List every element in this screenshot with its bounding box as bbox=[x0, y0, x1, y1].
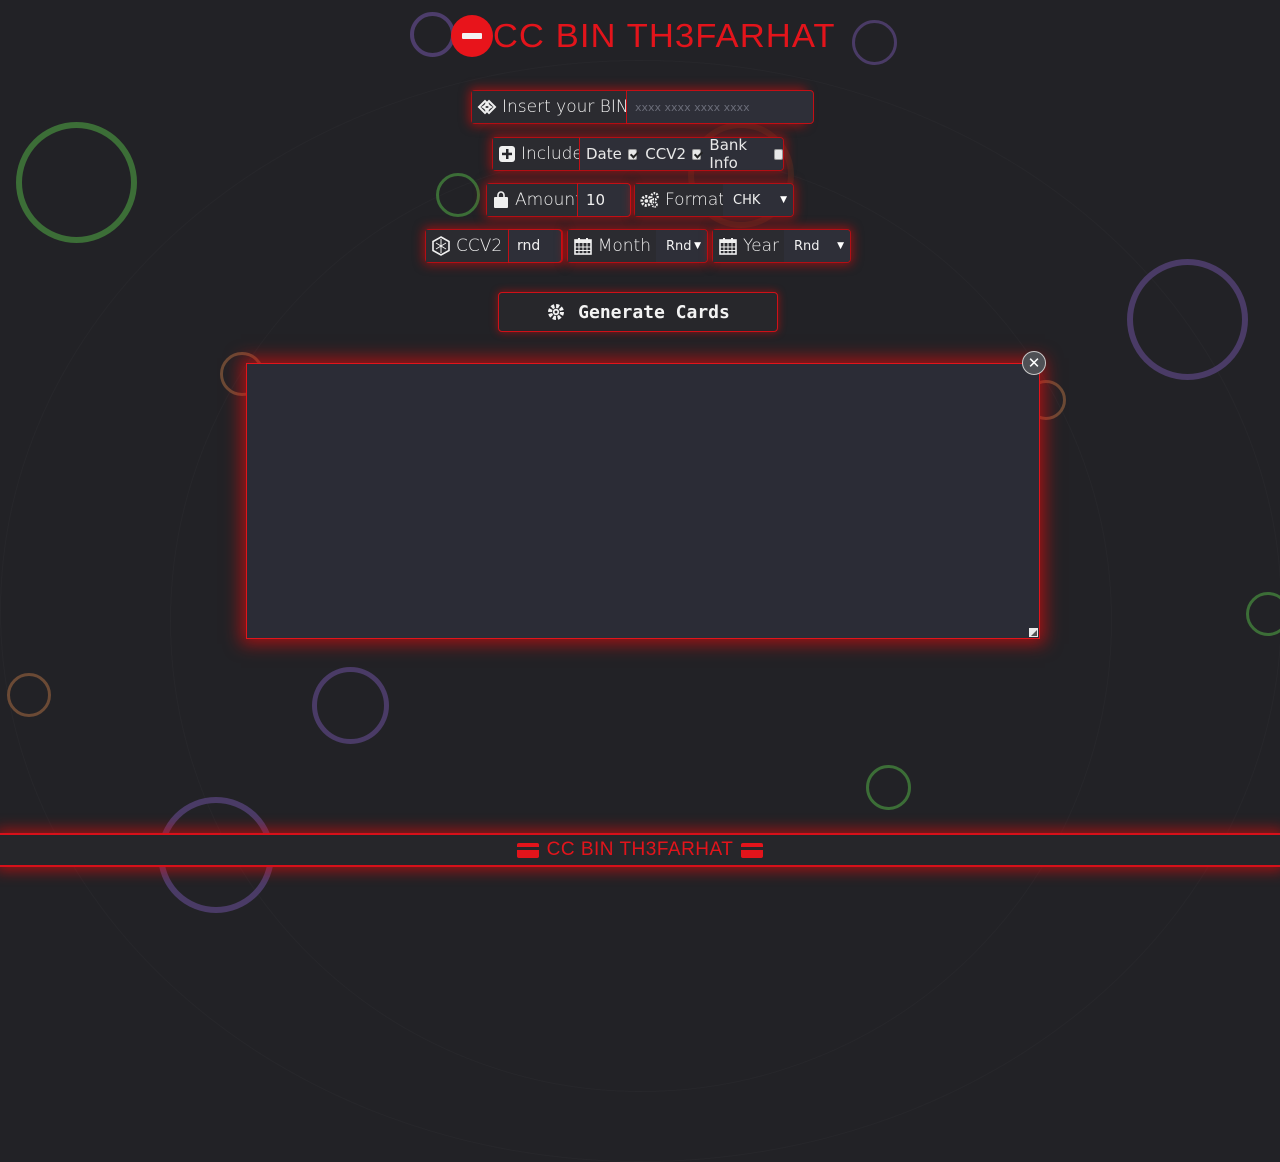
format-group: Format CHK ▼ bbox=[634, 183, 794, 217]
bg-circle-purple bbox=[312, 667, 389, 744]
year-label: Year bbox=[743, 236, 779, 256]
calendar-icon bbox=[573, 236, 593, 256]
month-group: Month Rnd ▼ bbox=[567, 229, 708, 263]
credit-card-icon bbox=[516, 842, 539, 858]
ccv-addon: CCV2 bbox=[426, 230, 508, 262]
amount-label: Amount bbox=[515, 190, 582, 210]
shopping-bag-icon bbox=[492, 190, 510, 210]
credit-card-icon bbox=[741, 842, 764, 858]
dropdown-caret-icon: ▼ bbox=[780, 195, 787, 205]
ccv-group: CCV2 bbox=[425, 229, 563, 263]
month-select[interactable]: Rnd ▼ bbox=[656, 230, 707, 262]
dropdown-caret-icon: ▼ bbox=[694, 241, 701, 251]
ccv-input[interactable] bbox=[508, 229, 562, 263]
include-date-checkbox[interactable] bbox=[627, 148, 638, 160]
diamond-link-icon bbox=[477, 97, 497, 117]
amount-addon: Amount bbox=[487, 184, 582, 216]
month-addon: Month bbox=[568, 230, 656, 262]
cards-output-textarea[interactable] bbox=[246, 363, 1040, 639]
bg-circle-green bbox=[436, 173, 480, 217]
plus-square-icon bbox=[498, 144, 516, 164]
include-bank-checkbox[interactable] bbox=[773, 148, 783, 160]
gear-icon bbox=[546, 302, 566, 322]
year-selected: Rnd bbox=[794, 238, 820, 254]
resize-handle[interactable] bbox=[1029, 628, 1038, 637]
clear-output-button[interactable]: ✕ bbox=[1022, 351, 1046, 375]
month-selected: Rnd bbox=[666, 238, 692, 254]
dropdown-caret-icon: ▼ bbox=[837, 241, 844, 251]
include-ccv2-checkbox[interactable] bbox=[692, 148, 702, 160]
bin-input[interactable] bbox=[626, 90, 814, 124]
ccv-label: CCV2 bbox=[456, 236, 503, 256]
footer-text: CC BIN TH3FARHAT bbox=[546, 839, 734, 860]
include-bank-label: Bank Info bbox=[709, 136, 748, 172]
bg-circle-green bbox=[866, 765, 911, 810]
close-icon: ✕ bbox=[1027, 354, 1041, 372]
generate-cards-button[interactable]: Generate Cards bbox=[498, 292, 778, 332]
minus-circle-icon bbox=[452, 17, 491, 55]
output-text bbox=[247, 364, 1039, 376]
include-group: Include Date CCV2 Bank Info bbox=[492, 136, 784, 172]
amount-group: Amount bbox=[486, 183, 631, 217]
bg-circle-green bbox=[16, 122, 137, 243]
hexagon-icon bbox=[431, 236, 451, 256]
include-addon: Include bbox=[493, 138, 583, 170]
bin-label: Insert your BIN bbox=[502, 97, 629, 117]
include-ccv2-label: CCV2 bbox=[645, 145, 687, 163]
month-label: Month bbox=[597, 236, 651, 256]
gears-icon bbox=[640, 190, 660, 210]
amount-input[interactable] bbox=[577, 183, 631, 217]
year-addon: Year bbox=[713, 230, 784, 262]
page-header: CC BIN TH3FARHAT bbox=[0, 14, 1280, 58]
include-date-label: Date bbox=[586, 145, 622, 163]
bg-circle-orange bbox=[7, 673, 51, 717]
year-group: Year Rnd ▼ bbox=[712, 229, 851, 263]
generate-cards-label: Generate Cards bbox=[578, 301, 730, 323]
format-selected: CHK bbox=[733, 192, 761, 208]
calendar-icon bbox=[718, 236, 738, 256]
include-options: Date CCV2 Bank Info bbox=[579, 136, 783, 172]
bin-addon: Insert your BIN bbox=[472, 91, 629, 123]
page-title: CC BIN TH3FARHAT bbox=[492, 17, 836, 54]
format-addon: Format bbox=[635, 184, 725, 216]
year-select[interactable]: Rnd ▼ bbox=[784, 230, 850, 262]
bg-circle-purple bbox=[1127, 259, 1248, 380]
bin-group: Insert your BIN bbox=[471, 90, 814, 124]
footer: CC BIN TH3FARHAT bbox=[0, 833, 1280, 867]
format-select[interactable]: CHK ▼ bbox=[723, 184, 793, 216]
format-label: Format bbox=[665, 190, 725, 210]
include-label: Include bbox=[521, 144, 583, 164]
